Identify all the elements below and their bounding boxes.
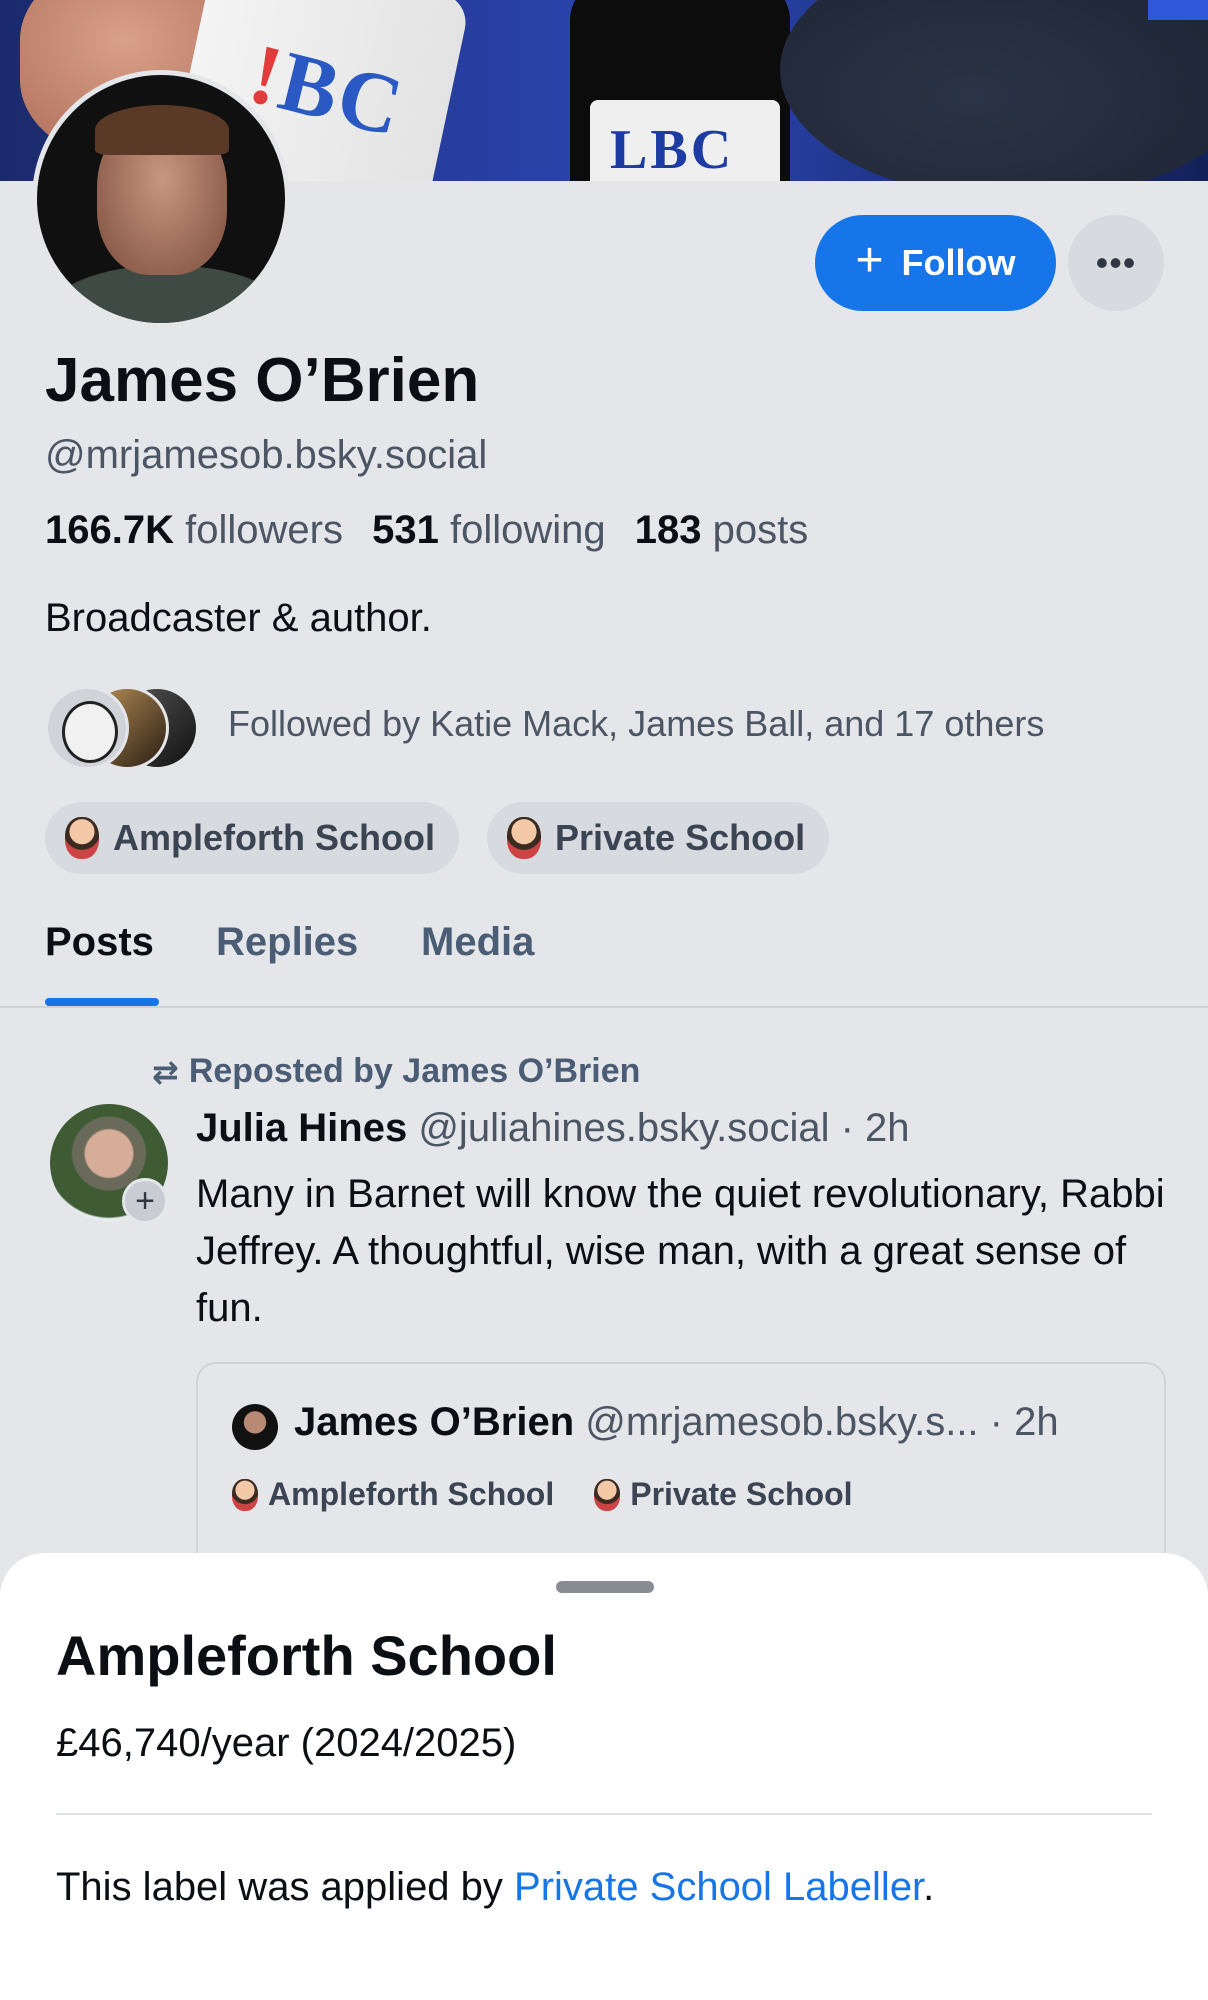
tab-posts[interactable]: Posts <box>45 920 154 965</box>
sheet-title: Ampleforth School <box>56 1624 557 1687</box>
active-tab-indicator <box>45 998 159 1006</box>
sheet-divider <box>56 1813 1152 1815</box>
banner-person <box>780 0 1208 181</box>
follow-button[interactable]: + Follow <box>815 215 1056 311</box>
labeller-avatar-icon <box>594 1478 621 1511</box>
label-chip-private-school[interactable]: Private School <box>487 802 830 874</box>
profile-bio: Broadcaster & author. <box>45 596 432 640</box>
labeller-avatar-icon <box>232 1478 258 1511</box>
sheet-detail: £46,740/year (2024/2025) <box>56 1721 517 1765</box>
ellipsis-icon: ••• <box>1095 242 1137 283</box>
label-info-sheet: Ampleforth School £46,740/year (2024/202… <box>0 1553 1208 2000</box>
quoted-author-avatar <box>232 1404 278 1450</box>
display-name: James O’Brien <box>45 346 480 415</box>
followers-link[interactable]: 166.7K followers <box>45 508 343 552</box>
mutual-avatar <box>45 686 129 770</box>
labeller-avatar-icon <box>507 817 541 859</box>
tab-replies[interactable]: Replies <box>216 920 358 965</box>
quoted-post-labels: Ampleforth School Private School <box>232 1476 853 1513</box>
quoted-label-ampleforth[interactable]: Ampleforth School <box>232 1476 554 1513</box>
quoted-author-name: James O’Brien <box>294 1400 575 1444</box>
quoted-post-time: · 2h <box>989 1400 1059 1444</box>
posts-count: 183 posts <box>634 508 809 552</box>
post-text[interactable]: Many in Barnet will know the quiet revol… <box>196 1166 1176 1337</box>
follow-add-icon[interactable]: + <box>122 1178 168 1224</box>
following-link[interactable]: 531 following <box>372 508 606 552</box>
plus-icon: + <box>855 234 884 287</box>
repost-icon: ⇄ <box>152 1053 179 1090</box>
quoted-author-handle: @mrjamesob.bsky.s... <box>585 1400 979 1444</box>
profile-handle: @mrjamesob.bsky.social <box>45 433 488 477</box>
tab-media[interactable]: Media <box>421 920 534 965</box>
repost-indicator[interactable]: ⇄ Reposted by James O’Brien <box>152 1052 640 1091</box>
followed-by-text[interactable]: Followed by Katie Mack, James Ball, and … <box>228 703 1044 745</box>
banner-mic-logo: LBC <box>610 119 735 181</box>
post-author-name[interactable]: Julia Hines <box>196 1106 407 1150</box>
labeller-link[interactable]: Private School Labeller <box>514 1865 923 1909</box>
post-header: Julia Hines @juliahines.bsky.social · 2h <box>196 1106 910 1151</box>
labeller-avatar-icon <box>65 817 99 859</box>
follow-label: Follow <box>901 242 1016 283</box>
banner-corner <box>1148 0 1208 20</box>
label-chip-ampleforth[interactable]: Ampleforth School <box>45 802 459 874</box>
profile-avatar[interactable] <box>32 70 290 328</box>
post-time: · 2h <box>840 1106 910 1150</box>
more-options-button[interactable]: ••• <box>1068 215 1164 311</box>
profile-tabs: Posts Replies Media <box>0 900 1208 1008</box>
sheet-footer: This label was applied by Private School… <box>56 1865 935 1909</box>
sheet-drag-handle[interactable] <box>556 1581 654 1593</box>
quoted-post-header: James O’Brien @mrjamesob.bsky.s... · 2h <box>294 1400 1059 1445</box>
quoted-label-private-school[interactable]: Private School <box>594 1476 853 1513</box>
post-author-handle[interactable]: @juliahines.bsky.social <box>418 1106 829 1150</box>
profile-stats: 166.7K followers 531 following 183 posts <box>45 508 808 553</box>
